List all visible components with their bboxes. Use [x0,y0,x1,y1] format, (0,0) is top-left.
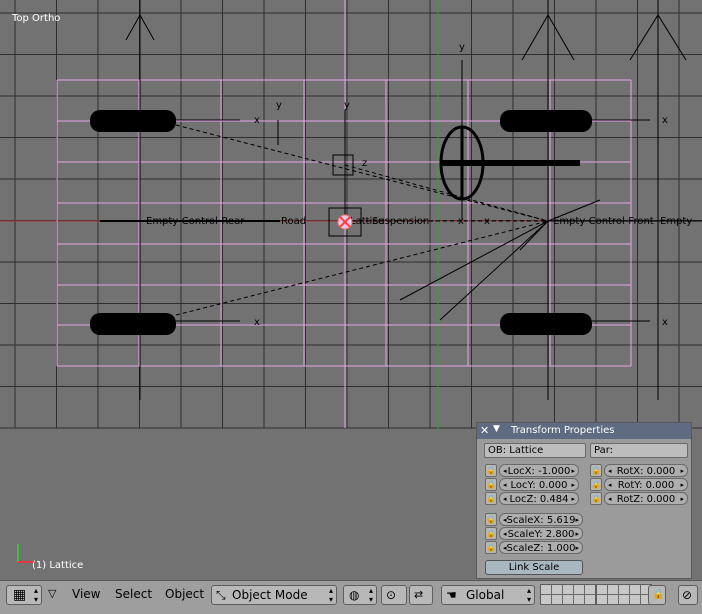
view3d-header: ▦ ▴ ▾ ▽ View Select Object ⤡ Object Mode … [0,580,702,614]
rot-z-field[interactable]: ◂ RotZ: 0.000 ▸ [604,492,688,505]
label-suspension: Suspension [372,216,429,227]
rot-x-field[interactable]: ◂ RotX: 0.000 ▸ [604,464,688,477]
lock-icon[interactable]: 🔒 [485,513,497,526]
3d-viewport[interactable]: Empty-Control-Rear Road Lattice Suspensi… [0,0,702,580]
svg-text:x: x [458,216,464,227]
collapse-triangle-icon[interactable]: ▼ [493,424,500,434]
svg-text:x: x [662,317,668,328]
label-road: Road [281,216,306,227]
lock-icon[interactable]: 🔒 [485,527,497,540]
transform-widget-toggle[interactable]: ⇄ [409,585,433,605]
lock-icon[interactable]: 🔒 [590,464,602,477]
editor-type-selector[interactable]: ▦ ▴ ▾ [6,585,42,605]
object-mode-icon: ⤡ [216,588,226,602]
menu-object[interactable]: Object [162,585,207,605]
loc-x-field[interactable]: ◂ LocX: -1.000 ▸ [499,464,579,477]
panel-title: Transform Properties [511,425,615,436]
active-object-label: (1) Lattice [32,560,84,571]
wheel-front-left[interactable] [500,110,592,132]
label-empty-control-rear: Empty-Control-Rear [146,216,245,227]
pivot-selector[interactable]: ⊙ [381,585,407,605]
loc-y-field[interactable]: ◂ LocY: 0.000 ▸ [499,478,579,491]
mode-selector[interactable]: ⤡ Object Mode ▴ ▾ [211,585,337,605]
transform-arrows-icon: ⇄ [414,588,424,601]
svg-text:x: x [662,115,668,126]
scale-z-field[interactable]: ◂ ScaleZ: 1.000 ▸ [499,541,583,554]
draw-type-selector[interactable]: ◍ ▴ ▾ [343,585,377,605]
hand-icon: ☚ [446,588,457,602]
link-scale-button[interactable]: Link Scale [485,560,583,575]
svg-text:y: y [276,100,282,111]
layers-11-20[interactable] [596,584,652,605]
sphere-icon: ◍ [349,588,360,602]
render-preview-button[interactable]: ⊘ [678,585,698,605]
svg-text:z: z [362,158,367,169]
svg-text:y: y [459,42,465,53]
parent-field[interactable]: Par: [590,443,688,458]
rot-y-field[interactable]: ◂ RotY: 0.000 ▸ [604,478,688,491]
object-name-field[interactable]: OB: Lattice [484,443,586,458]
menu-view[interactable]: View [69,585,103,605]
lock-icon[interactable]: 🔒 [485,492,497,505]
lock-icon[interactable]: 🔒 [485,541,497,554]
wheel-front-right[interactable] [500,313,592,335]
lattice-object[interactable] [56,0,632,428]
selected-object-origin[interactable] [337,214,353,230]
loc-z-field[interactable]: ◂ LocZ: 0.484 ▸ [499,492,579,505]
lock-icon[interactable]: 🔒 [485,464,497,477]
lock-icon: 🔒 [652,589,665,600]
lock-icon[interactable]: 🔒 [485,478,497,491]
svg-text:x: x [254,317,260,328]
wheel-rear-left[interactable] [90,110,176,132]
svg-text:x: x [484,216,490,227]
render-icon: ⊘ [682,588,693,602]
layers-1-10[interactable] [540,584,596,605]
layer-lock-button[interactable]: 🔒 [648,585,666,605]
pivot-icon: ⊙ [386,588,397,602]
svg-text:x: x [254,115,260,126]
orientation-selector[interactable]: ☚ Global ▴ ▾ [441,585,535,605]
lock-icon[interactable]: 🔒 [590,478,602,491]
panel-header[interactable]: ✕ ▼ Transform Properties [477,423,691,439]
scale-x-field[interactable]: ◂ ScaleX: 5.619 ▸ [499,513,583,526]
scale-y-field[interactable]: ◂ ScaleY: 2.800 ▸ [499,527,583,540]
grid-icon: ▦ [13,587,27,603]
label-empty-control-front: Empty-Control-Front [553,216,654,227]
wheel-rear-right[interactable] [90,313,176,335]
lock-icon[interactable]: 🔒 [590,492,602,505]
label-empty-front-right: Empty- [660,216,696,227]
svg-text:y: y [344,100,350,111]
menu-select[interactable]: Select [112,585,155,605]
menu-collapse-triangle-icon[interactable]: ▽ [48,585,56,605]
transform-properties-panel[interactable]: ✕ ▼ Transform Properties OB: Lattice Par… [476,422,692,579]
close-icon[interactable]: ✕ [480,424,489,437]
viewport-title: Top Ortho [12,13,61,24]
